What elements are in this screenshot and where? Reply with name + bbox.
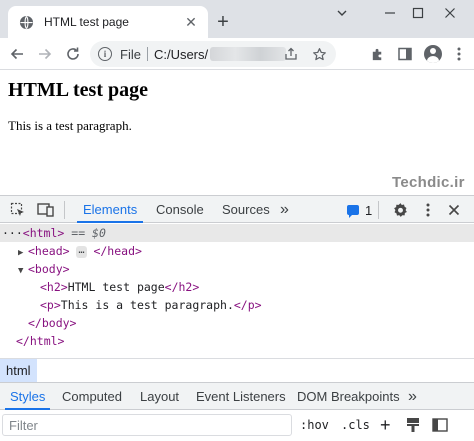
address-path: C:/Users/ — [153, 46, 209, 62]
window-close-icon[interactable] — [428, 0, 472, 26]
message-icon — [347, 205, 359, 218]
browser-tab[interactable]: HTML test page ✕ — [8, 6, 208, 38]
breadcrumb-item-html[interactable]: html — [0, 359, 37, 382]
tab-event-listeners[interactable]: Event Listeners — [196, 383, 286, 410]
tree-leading-dots: ··· — [2, 226, 23, 240]
new-style-rule-button[interactable]: + — [380, 415, 391, 435]
toolbar-divider — [64, 201, 65, 219]
class-toggle[interactable]: .cls — [341, 415, 370, 435]
profile-avatar[interactable] — [420, 41, 446, 67]
extensions-puzzle-icon[interactable] — [364, 41, 390, 67]
p-close-tag: </p> — [233, 298, 262, 312]
body-close-tag: </body> — [28, 316, 77, 330]
avatar — [424, 45, 442, 63]
messages-badge[interactable]: 1 — [347, 201, 372, 219]
html-open-tag: <html> — [22, 226, 65, 240]
reload-icon[interactable] — [60, 41, 86, 67]
styles-filter-bar: :hov .cls + — [0, 410, 474, 441]
inspect-element-icon[interactable] — [8, 200, 28, 220]
address-bar[interactable]: i File C:/Users/ — [90, 41, 336, 67]
more-panes-chevron-icon[interactable]: » — [408, 383, 417, 410]
tree-node-head[interactable]: ▶ <head> … </head> — [0, 242, 474, 260]
tab-elements[interactable]: Elements — [76, 196, 144, 223]
share-icon[interactable] — [282, 45, 300, 63]
body-open-tag: <body> — [28, 262, 70, 276]
toggle-sidebar-icon[interactable] — [432, 415, 448, 435]
tree-node-body-close[interactable]: </body> — [0, 314, 474, 332]
back-arrow-icon[interactable] — [4, 41, 30, 67]
toolbar-divider — [378, 201, 379, 219]
collapsed-content-ellipsis[interactable]: … — [76, 245, 87, 258]
watermark: Techdic.ir — [392, 174, 465, 191]
menu-kebab-icon[interactable] — [446, 41, 472, 67]
more-tabs-chevron-icon[interactable]: » — [280, 196, 289, 223]
head-open-tag: <head> — [28, 244, 70, 258]
selected-node-marker: == $0 — [71, 226, 106, 240]
tab-sources[interactable]: Sources — [222, 196, 270, 223]
tab-strip: HTML test page ✕ + — [0, 0, 474, 38]
device-toolbar-icon[interactable] — [36, 200, 56, 220]
p-open-tag: <p> — [40, 298, 61, 312]
page-heading: HTML test page — [8, 79, 148, 101]
paintbrush-icon[interactable] — [406, 415, 420, 435]
info-icon[interactable]: i — [98, 47, 112, 61]
styles-filter-input[interactable] — [2, 414, 292, 436]
tab-dom-breakpoints[interactable]: DOM Breakpoints — [297, 383, 400, 410]
tab-search-icon[interactable] — [320, 0, 364, 26]
h2-open-tag: <h2> — [40, 280, 68, 294]
hover-state-toggle[interactable]: :hov — [300, 415, 329, 435]
address-divider — [146, 47, 148, 61]
h2-close-tag: </h2> — [164, 280, 200, 294]
devtools-menu-kebab-icon[interactable] — [418, 200, 438, 220]
tree-node-html-close[interactable]: </html> — [0, 332, 474, 350]
h2-text: HTML test page — [67, 280, 165, 294]
page-paragraph: This is a test paragraph. — [8, 118, 132, 133]
styles-tab-bar: Styles Computed Layout Event Listeners D… — [0, 382, 474, 410]
tab-console[interactable]: Console — [156, 196, 204, 223]
tree-node-html[interactable]: ···<html> == $0 — [0, 224, 474, 242]
tab-layout[interactable]: Layout — [140, 383, 179, 410]
settings-gear-icon[interactable] — [390, 200, 410, 220]
globe-icon — [18, 14, 34, 30]
redacted-path — [210, 47, 287, 61]
head-close-tag: </head> — [93, 244, 142, 258]
breadcrumb: html — [0, 358, 474, 382]
elements-tree: ···<html> == $0 ▶ <head> … </head> ▼ <body… — [0, 224, 474, 358]
forward-arrow-icon[interactable] — [32, 41, 58, 67]
bookmark-star-icon[interactable] — [310, 45, 328, 63]
devtools-close-icon[interactable] — [444, 200, 464, 220]
new-tab-button[interactable]: + — [212, 11, 234, 33]
tab-styles[interactable]: Styles — [4, 383, 51, 410]
side-panel-icon[interactable] — [392, 41, 418, 67]
tab-computed[interactable]: Computed — [62, 383, 122, 410]
tab-close-icon[interactable]: ✕ — [182, 13, 200, 31]
page-viewport: HTML test page This is a test paragraph.… — [0, 71, 474, 195]
messages-count: 1 — [365, 202, 373, 218]
devtools-toolbar: Elements Console Sources » 1 — [0, 195, 474, 223]
tree-node-body[interactable]: ▼ <body> — [0, 260, 474, 278]
tab-title: HTML test page — [44, 15, 129, 29]
html-close-tag: </html> — [16, 334, 65, 348]
tree-node-p[interactable]: <p>This is a test paragraph.</p> — [0, 296, 474, 314]
browser-toolbar: i File C:/Users/ — [0, 38, 474, 70]
address-scheme-label: File — [120, 46, 141, 62]
p-text: This is a test paragraph. — [60, 298, 234, 312]
tree-node-h2[interactable]: <h2>HTML test page</h2> — [0, 278, 474, 296]
